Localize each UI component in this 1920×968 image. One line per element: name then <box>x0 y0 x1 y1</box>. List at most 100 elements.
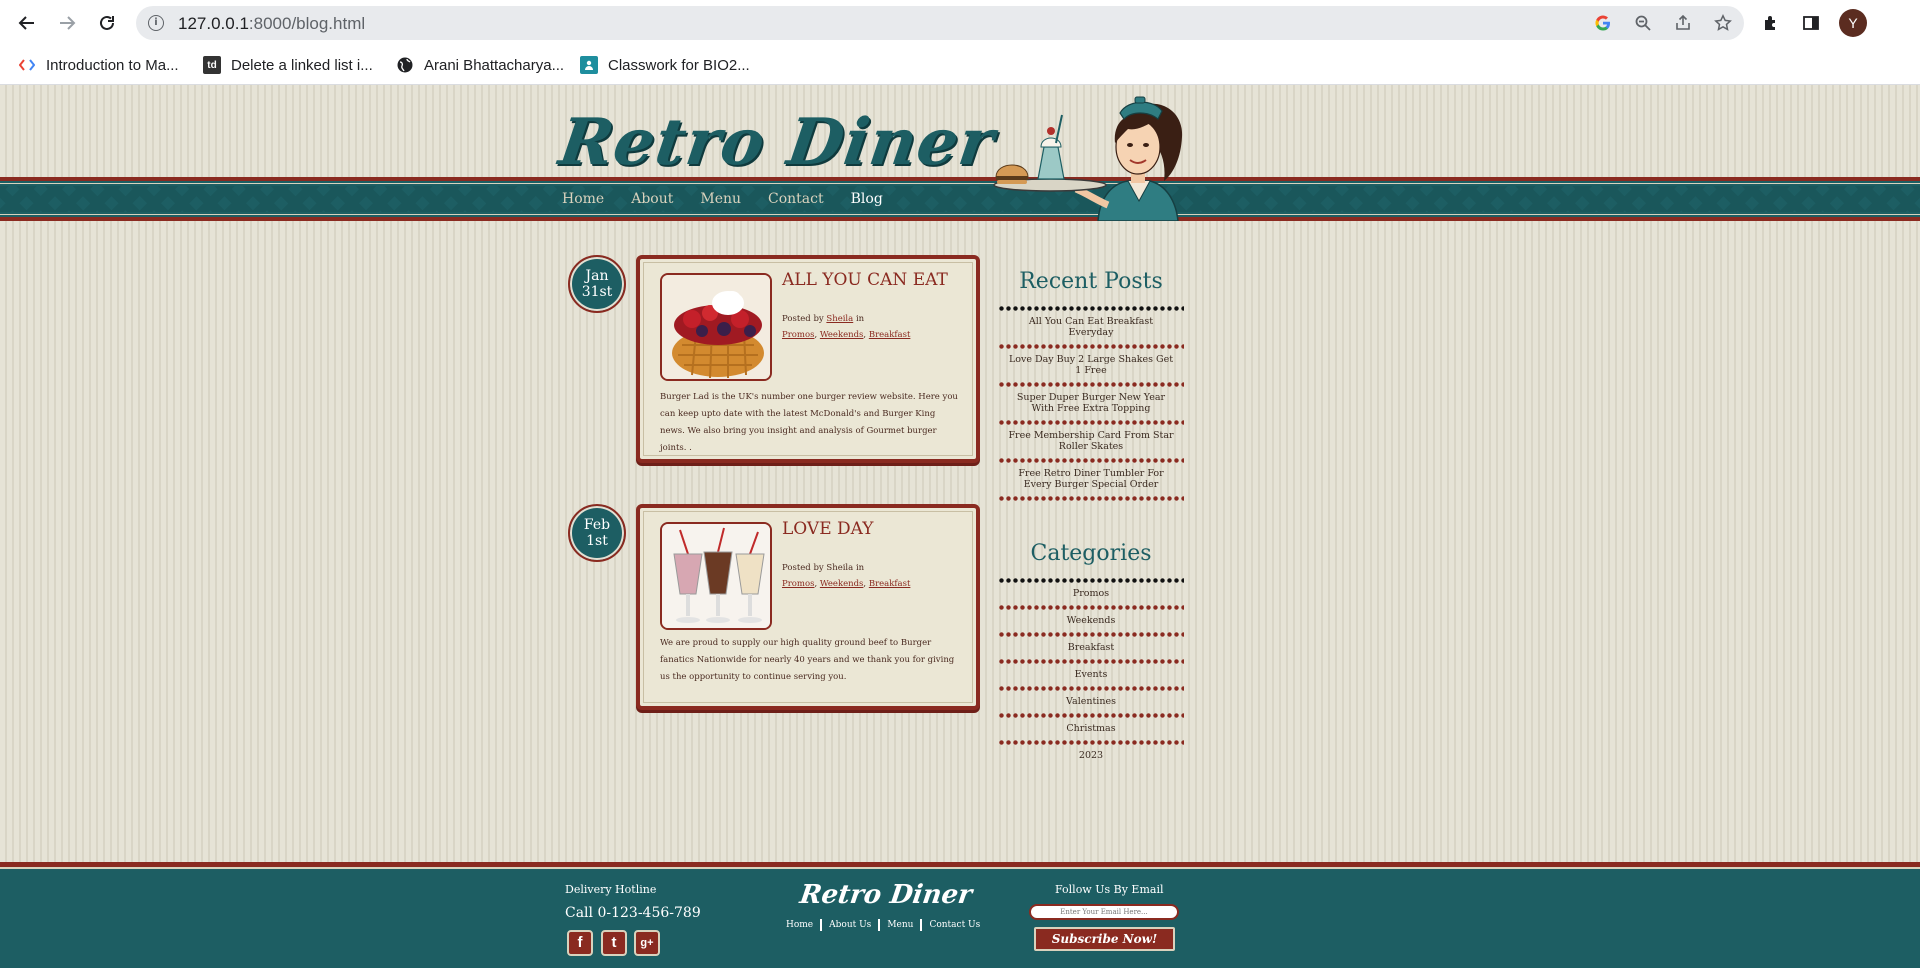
google-icon[interactable] <box>1592 12 1614 34</box>
sidebar-recent-posts: Recent Posts All You Can Eat Breakfast E… <box>998 269 1184 501</box>
waitress-mascot-illustration <box>993 96 1183 221</box>
bookmark-label: Delete a linked list i... <box>231 56 373 74</box>
footer-logo[interactable]: Retro Diner <box>798 880 974 910</box>
webpage: Retro Diner Home About Menu Contact Blog <box>0 85 1920 968</box>
browser-chrome: i 127.0.0.1:8000/blog.html Y Introductio… <box>0 0 1920 85</box>
code-icon <box>18 56 36 74</box>
category-link[interactable]: Events <box>998 664 1184 686</box>
post-category-link[interactable]: Promos <box>782 330 814 340</box>
categories-heading: Categories <box>1030 541 1152 566</box>
post-date-day: 1st <box>586 533 608 549</box>
bookmark-label: Introduction to Ma... <box>46 56 179 74</box>
bookmark-item[interactable]: td Delete a linked list i... <box>203 53 373 77</box>
post-excerpt: We are proud to supply our high quality … <box>660 638 955 682</box>
twitter-icon[interactable]: t <box>601 930 627 956</box>
nav-about[interactable]: About <box>631 191 673 207</box>
zoom-icon[interactable] <box>1632 12 1654 34</box>
post-date-badge: Feb 1st <box>568 504 626 562</box>
post-meta: Posted by Sheila in Promos, Weekends, Br… <box>782 563 911 589</box>
td-icon: td <box>203 56 221 74</box>
delivery-hotline-label: Delivery Hotline <box>565 883 657 896</box>
post-title[interactable]: LOVE DAY <box>782 519 873 539</box>
category-link[interactable]: Weekends <box>998 610 1184 632</box>
nav-home[interactable]: Home <box>562 191 604 207</box>
footer-nav-home[interactable]: Home <box>786 919 823 931</box>
browser-toolbar: i 127.0.0.1:8000/blog.html Y <box>0 0 1920 46</box>
recent-post-link[interactable]: Free Membership Card From Star Roller Sk… <box>998 425 1184 458</box>
recent-post-link[interactable]: Love Day Buy 2 Large Shakes Get 1 Free <box>998 349 1184 382</box>
post-category-link[interactable]: Breakfast <box>869 330 911 340</box>
milkshakes-image[interactable] <box>660 522 772 630</box>
post-date-day: 31st <box>581 284 613 300</box>
post-date-month: Jan <box>585 268 609 284</box>
recent-post-link[interactable]: All You Can Eat Breakfast Everyday <box>998 311 1184 344</box>
category-link[interactable]: Christmas <box>998 718 1184 740</box>
blog-post-card: ALL YOU CAN EAT Posted by Sheila in Prom… <box>636 255 980 463</box>
divider <box>998 496 1184 501</box>
bookmark-label: Arani Bhattacharya... <box>424 56 565 74</box>
bookmark-item[interactable]: Introduction to Ma... <box>18 53 179 77</box>
in-label: in <box>855 563 865 573</box>
follow-email-label: Follow Us By Email <box>1055 883 1164 896</box>
post-date-badge: Jan 31st <box>568 255 626 313</box>
post-category-link[interactable]: Promos <box>782 579 814 589</box>
back-icon[interactable] <box>12 8 42 38</box>
site-footer: Delivery Hotline Call 0-123-456-789 f t … <box>0 862 1920 968</box>
waffle-image[interactable] <box>660 273 772 381</box>
footer-nav: Home About Us Menu Contact Us <box>786 919 987 931</box>
bookmark-item[interactable]: Arani Bhattacharya... <box>396 53 564 77</box>
footer-nav-about[interactable]: About Us <box>822 919 881 931</box>
category-link[interactable]: Breakfast <box>998 637 1184 659</box>
post-title[interactable]: ALL YOU CAN EAT <box>782 270 948 290</box>
category-link[interactable]: Valentines <box>998 691 1184 713</box>
main-nav: Home About Menu Contact Blog <box>562 191 910 207</box>
category-link[interactable]: 2023 <box>998 745 1184 767</box>
globe-icon <box>396 56 414 74</box>
recent-posts-heading: Recent Posts <box>1019 269 1163 294</box>
footer-nav-contact[interactable]: Contact Us <box>922 919 987 931</box>
extensions-icon[interactable] <box>1758 10 1784 36</box>
recent-post-link[interactable]: Free Retro Diner Tumbler For Every Burge… <box>998 463 1184 496</box>
nav-contact[interactable]: Contact <box>768 191 824 207</box>
profile-avatar[interactable]: Y <box>1839 9 1867 37</box>
posted-by-label: Posted by <box>782 314 824 324</box>
posted-by-label: Posted by <box>782 563 824 573</box>
reload-icon[interactable] <box>92 8 122 38</box>
url-host: 127.0.0.1 <box>178 14 249 33</box>
recent-post-link[interactable]: Super Duper Burger New Year With Free Ex… <box>998 387 1184 420</box>
category-link[interactable]: Promos <box>998 583 1184 605</box>
post-excerpt: Burger Lad is the UK's number one burger… <box>660 392 958 453</box>
nav-menu[interactable]: Menu <box>700 191 741 207</box>
sidebar-categories: Categories Promos Weekends Breakfast Eve… <box>998 541 1184 767</box>
nav-blog[interactable]: Blog <box>851 191 883 207</box>
bookmark-label: Classwork for BIO2... <box>608 56 750 74</box>
post-author-link[interactable]: Sheila <box>826 314 853 324</box>
google-plus-icon[interactable]: g+ <box>634 930 660 956</box>
email-input[interactable] <box>1029 904 1179 920</box>
address-bar[interactable]: i 127.0.0.1:8000/blog.html <box>136 6 1744 40</box>
forward-icon[interactable] <box>52 8 82 38</box>
header-band <box>0 177 1920 221</box>
post-author[interactable]: Sheila <box>826 563 853 573</box>
bookmark-star-icon[interactable] <box>1712 12 1734 34</box>
subscribe-button[interactable]: Subscribe Now! <box>1034 927 1175 951</box>
post-category-link[interactable]: Weekends <box>820 579 864 589</box>
facebook-icon[interactable]: f <box>567 930 593 956</box>
in-label: in <box>855 314 865 324</box>
side-panel-icon[interactable] <box>1798 10 1824 36</box>
footer-nav-menu[interactable]: Menu <box>880 919 923 931</box>
site-info-icon[interactable]: i <box>148 15 164 31</box>
bookmarks-bar: Introduction to Ma... td Delete a linked… <box>0 46 1920 85</box>
bookmark-item[interactable]: Classwork for BIO2... <box>580 53 750 77</box>
blog-post-card: LOVE DAY Posted by Sheila in Promos, Wee… <box>636 504 980 710</box>
url-path: :8000/blog.html <box>248 14 366 33</box>
post-category-link[interactable]: Weekends <box>820 330 864 340</box>
url-text[interactable]: 127.0.0.1:8000/blog.html <box>178 14 365 34</box>
share-icon[interactable] <box>1672 12 1694 34</box>
post-meta: Posted by Sheila in Promos, Weekends, Br… <box>782 314 911 340</box>
hotline-number: Call 0-123-456-789 <box>565 905 701 921</box>
post-category-link[interactable]: Breakfast <box>869 579 911 589</box>
classroom-icon <box>580 56 598 74</box>
site-logo[interactable]: Retro Diner <box>555 105 999 180</box>
post-date-month: Feb <box>583 517 611 533</box>
